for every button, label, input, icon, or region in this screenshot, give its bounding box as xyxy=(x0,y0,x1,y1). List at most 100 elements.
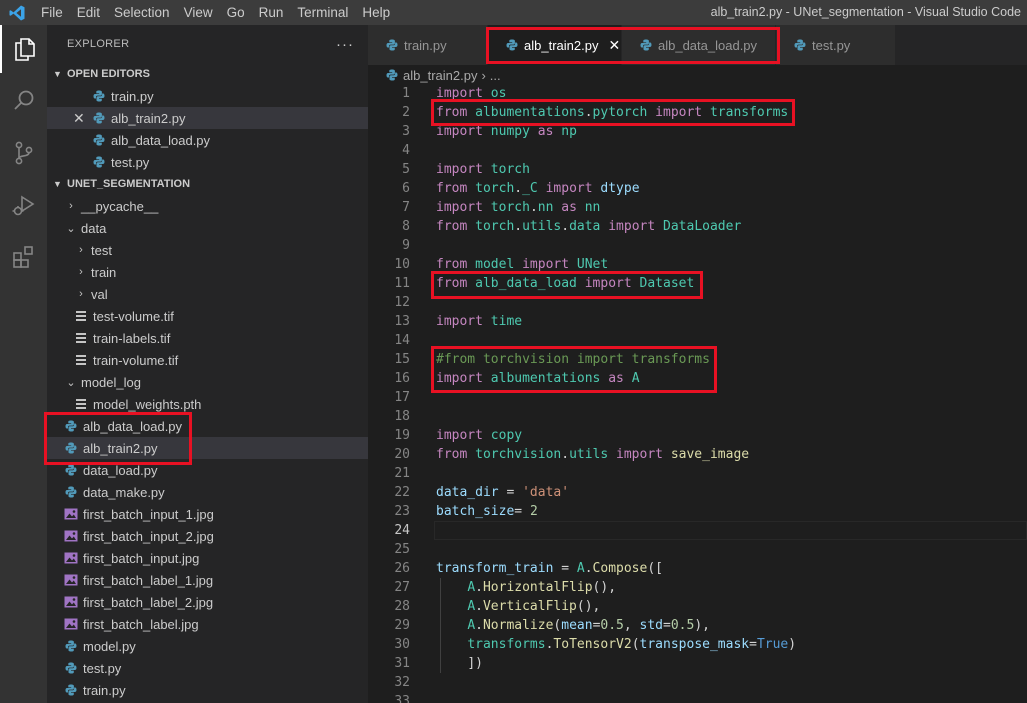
breadcrumb-file[interactable]: alb_train2.py xyxy=(403,68,477,83)
menu-run[interactable]: Run xyxy=(252,0,291,25)
explorer-title: EXPLORER xyxy=(67,38,130,50)
tree-file[interactable]: model.py xyxy=(47,635,368,657)
tree-file[interactable]: first_batch_label_2.jpg xyxy=(47,591,368,613)
code-line[interactable]: 14 xyxy=(368,331,1027,350)
python-file-icon xyxy=(63,484,79,500)
tab-alb-train2[interactable]: alb_train2.py ✕ xyxy=(488,25,622,65)
tree-item-label: first_batch_label_2.jpg xyxy=(83,594,214,610)
code-line[interactable]: 29 A.Normalize(mean=0.5, std=0.5), xyxy=(368,616,1027,635)
tree-folder-data[interactable]: ⌄ data xyxy=(47,217,368,239)
tree-file[interactable]: alb_data_load.py xyxy=(47,415,368,437)
open-editor-item[interactable]: test.py xyxy=(47,151,368,173)
code-line[interactable]: 19 import copy xyxy=(368,426,1027,445)
code-text: import numpy as np xyxy=(436,124,577,139)
code-line[interactable]: 8 from torch.utils.data import DataLoader xyxy=(368,217,1027,236)
tree-file-active[interactable]: alb_train2.py xyxy=(47,437,368,459)
extensions-icon[interactable] xyxy=(0,233,47,281)
code-line[interactable]: 20 from torchvision.utils import save_ima… xyxy=(368,445,1027,464)
vscode-logo-icon xyxy=(0,0,34,25)
tree-file[interactable]: data_load.py xyxy=(47,459,368,481)
tree-file[interactable]: test-volume.tif xyxy=(47,305,368,327)
search-icon[interactable] xyxy=(0,77,47,125)
tree-file[interactable]: train-volume.tif xyxy=(47,349,368,371)
tab-alb-data-load[interactable]: alb_data_load.py xyxy=(622,25,776,65)
tab-label: train.py xyxy=(404,37,447,53)
more-actions-icon[interactable]: ··· xyxy=(336,36,354,53)
tree-folder-pycache[interactable]: › __pycache__ xyxy=(47,195,368,217)
code-line[interactable]: 28 A.VerticalFlip(), xyxy=(368,597,1027,616)
code-line[interactable]: 17 xyxy=(368,388,1027,407)
code-line[interactable]: 26 transform_train = A.Compose([ xyxy=(368,559,1027,578)
tree-file[interactable]: model_weights.pth xyxy=(47,393,368,415)
open-editor-item-active[interactable]: ✕ alb_train2.py xyxy=(47,107,368,129)
code-line[interactable]: 31 ]) xyxy=(368,654,1027,673)
code-line[interactable]: 32 xyxy=(368,673,1027,692)
code-line[interactable]: 1 import os xyxy=(368,84,1027,103)
code-line[interactable]: 10 from model import UNet xyxy=(368,255,1027,274)
text-file-icon xyxy=(73,308,89,324)
open-editor-item[interactable]: alb_data_load.py xyxy=(47,129,368,151)
tree-file[interactable]: first_batch_label.jpg xyxy=(47,613,368,635)
indent-guide xyxy=(440,578,441,673)
code-line[interactable]: 21 xyxy=(368,464,1027,483)
code-line[interactable]: 3 import numpy as np xyxy=(368,122,1027,141)
close-tab-icon[interactable]: ✕ xyxy=(608,37,620,54)
tree-folder-test[interactable]: › test xyxy=(47,239,368,261)
run-debug-icon[interactable] xyxy=(0,181,47,229)
code-editor[interactable]: 1 import os 2 from albumentations.pytorch i… xyxy=(368,85,1027,703)
code-line[interactable]: 22 data_dir = 'data' xyxy=(368,483,1027,502)
code-line[interactable]: 11 from alb_data_load import Dataset xyxy=(368,274,1027,293)
tree-folder-val[interactable]: › val xyxy=(47,283,368,305)
tree-file[interactable]: train-labels.tif xyxy=(47,327,368,349)
code-line[interactable]: 23 batch_size= 2 xyxy=(368,502,1027,521)
code-line[interactable]: 18 xyxy=(368,407,1027,426)
project-folder-header[interactable]: ▼ UNET_SEGMENTATION xyxy=(47,173,368,195)
tree-file[interactable]: train.py xyxy=(47,679,368,701)
menu-edit[interactable]: Edit xyxy=(70,0,107,25)
code-line[interactable]: 6 from torch._C import dtype xyxy=(368,179,1027,198)
code-line[interactable]: 7 import torch.nn as nn xyxy=(368,198,1027,217)
code-line[interactable]: 15 #from torchvision import transforms xyxy=(368,350,1027,369)
tree-folder-model-log[interactable]: ⌄ model_log xyxy=(47,371,368,393)
code-line[interactable]: 9 xyxy=(368,236,1027,255)
tab-test[interactable]: test.py xyxy=(776,25,896,65)
code-line[interactable]: 13 import time xyxy=(368,312,1027,331)
code-line[interactable]: 25 xyxy=(368,540,1027,559)
tree-file[interactable]: first_batch_input.jpg xyxy=(47,547,368,569)
code-line[interactable]: 30 transforms.ToTensorV2(transpose_mask=… xyxy=(368,635,1027,654)
menu-terminal[interactable]: Terminal xyxy=(290,0,355,25)
tree-item-label: data_load.py xyxy=(83,462,158,478)
source-control-icon[interactable] xyxy=(0,129,47,177)
tree-file[interactable]: first_batch_input_2.jpg xyxy=(47,525,368,547)
menu-file[interactable]: File xyxy=(34,0,70,25)
menu-go[interactable]: Go xyxy=(220,0,252,25)
tree-folder-train[interactable]: › train xyxy=(47,261,368,283)
open-editors-header[interactable]: ▼ OPEN EDITORS xyxy=(47,63,368,85)
files-icon[interactable] xyxy=(0,25,47,73)
code-line[interactable]: 12 xyxy=(368,293,1027,312)
menu-view[interactable]: View xyxy=(177,0,220,25)
tree-item-label: model_weights.pth xyxy=(93,396,202,412)
menu-help[interactable]: Help xyxy=(355,0,397,25)
breadcrumb-symbols[interactable]: ... xyxy=(490,68,501,83)
tree-item-label: first_batch_input_2.jpg xyxy=(83,528,214,544)
tree-file[interactable]: first_batch_input_1.jpg xyxy=(47,503,368,525)
tree-file[interactable]: data_make.py xyxy=(47,481,368,503)
code-line[interactable]: 2 from albumentations.pytorch import tran… xyxy=(368,103,1027,122)
code-line[interactable]: 33 xyxy=(368,692,1027,703)
tab-train[interactable]: train.py xyxy=(368,25,488,65)
code-line[interactable]: 5 import torch xyxy=(368,160,1027,179)
code-line[interactable]: 16 import albumentations as A xyxy=(368,369,1027,388)
tree-file[interactable]: first_batch_label_1.jpg xyxy=(47,569,368,591)
menu-selection[interactable]: Selection xyxy=(107,0,177,25)
open-editor-item[interactable]: train.py xyxy=(47,85,368,107)
code-line[interactable]: 24 xyxy=(368,521,1027,540)
tree-file[interactable]: test.py xyxy=(47,657,368,679)
text-file-icon xyxy=(73,396,89,412)
python-file-icon xyxy=(91,88,107,104)
close-icon[interactable]: ✕ xyxy=(73,110,85,127)
line-number: 29 xyxy=(394,618,410,633)
code-text: from model import UNet xyxy=(436,257,609,272)
code-line[interactable]: 4 xyxy=(368,141,1027,160)
code-line[interactable]: 27 A.HorizontalFlip(), xyxy=(368,578,1027,597)
